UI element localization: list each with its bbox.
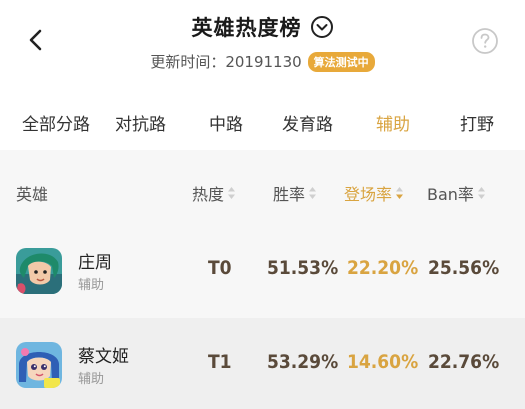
col-win-label: 胜率 — [273, 185, 306, 204]
tab-mid-lane[interactable]: 中路 — [209, 110, 243, 135]
col-heat-label: 热度 — [192, 185, 225, 204]
win-rate: 53.29% — [267, 351, 339, 373]
question-circle-icon[interactable] — [471, 27, 499, 55]
ban-rate: 25.56% — [428, 257, 500, 279]
lane-tabs: 全部分路 对抗路 中路 发育路 辅助 打野 — [0, 96, 525, 146]
sort-desc-icon — [396, 187, 404, 199]
table-row[interactable]: 蔡文姬 辅助 T1 53.29% 14.60% 22.76% — [0, 318, 525, 409]
pick-rate: 22.20% — [347, 257, 419, 279]
heat-tier: T1 — [208, 351, 232, 373]
update-time: 更新时间：20191130 — [150, 53, 302, 71]
sort-icon — [477, 187, 485, 199]
heat-tier: T0 — [208, 257, 232, 279]
hero-portrait-icon — [16, 342, 62, 388]
col-hero: 英雄 — [16, 181, 48, 205]
hero-portrait-icon — [16, 248, 62, 294]
col-ban-rate[interactable]: Ban率 — [427, 181, 486, 205]
sort-icon — [228, 187, 236, 199]
update-row: 更新时间：20191130 算法测试中 — [150, 51, 375, 72]
col-ban-label: Ban率 — [427, 185, 474, 204]
beta-badge: 算法测试中 — [307, 51, 375, 72]
title-row: 英雄热度榜 — [192, 12, 334, 42]
ban-rate: 22.76% — [428, 351, 500, 373]
tab-farm-lane[interactable]: 发育路 — [282, 110, 333, 135]
hero-avatar-zhuangzhou[interactable] — [16, 248, 62, 294]
tab-clash-lane[interactable]: 对抗路 — [115, 110, 166, 135]
chevron-down-circle-icon[interactable] — [310, 15, 334, 39]
col-pick-label: 登场率 — [344, 185, 393, 204]
hero-name: 蔡文姬 — [78, 347, 129, 367]
col-heat[interactable]: 热度 — [192, 181, 236, 205]
col-hero-label: 英雄 — [16, 185, 49, 204]
col-pick-rate[interactable]: 登场率 — [344, 181, 404, 205]
hero-table: 英雄 热度 胜率 登场率 Ban率 庄周 辅助 T0 51.53% 22.20%… — [0, 150, 525, 409]
sort-icon — [309, 187, 317, 199]
win-rate: 51.53% — [267, 257, 339, 279]
hero-role: 辅助 — [78, 372, 105, 387]
tab-support[interactable]: 辅助 — [376, 110, 410, 135]
col-win-rate[interactable]: 胜率 — [273, 181, 317, 205]
pick-rate: 14.60% — [347, 351, 419, 373]
tab-jungle[interactable]: 打野 — [460, 110, 494, 135]
hero-name: 庄周 — [78, 253, 112, 273]
table-row[interactable]: 庄周 辅助 T0 51.53% 22.20% 25.56% — [0, 224, 525, 318]
hero-avatar-caiwenji[interactable] — [16, 342, 62, 388]
page-title: 英雄热度榜 — [191, 16, 302, 40]
title-block: 英雄热度榜 更新时间：20191130 算法测试中 — [0, 12, 525, 72]
tab-all-lanes[interactable]: 全部分路 — [22, 110, 90, 135]
page-header: 英雄热度榜 更新时间：20191130 算法测试中 — [0, 0, 525, 88]
hero-role: 辅助 — [78, 278, 105, 293]
